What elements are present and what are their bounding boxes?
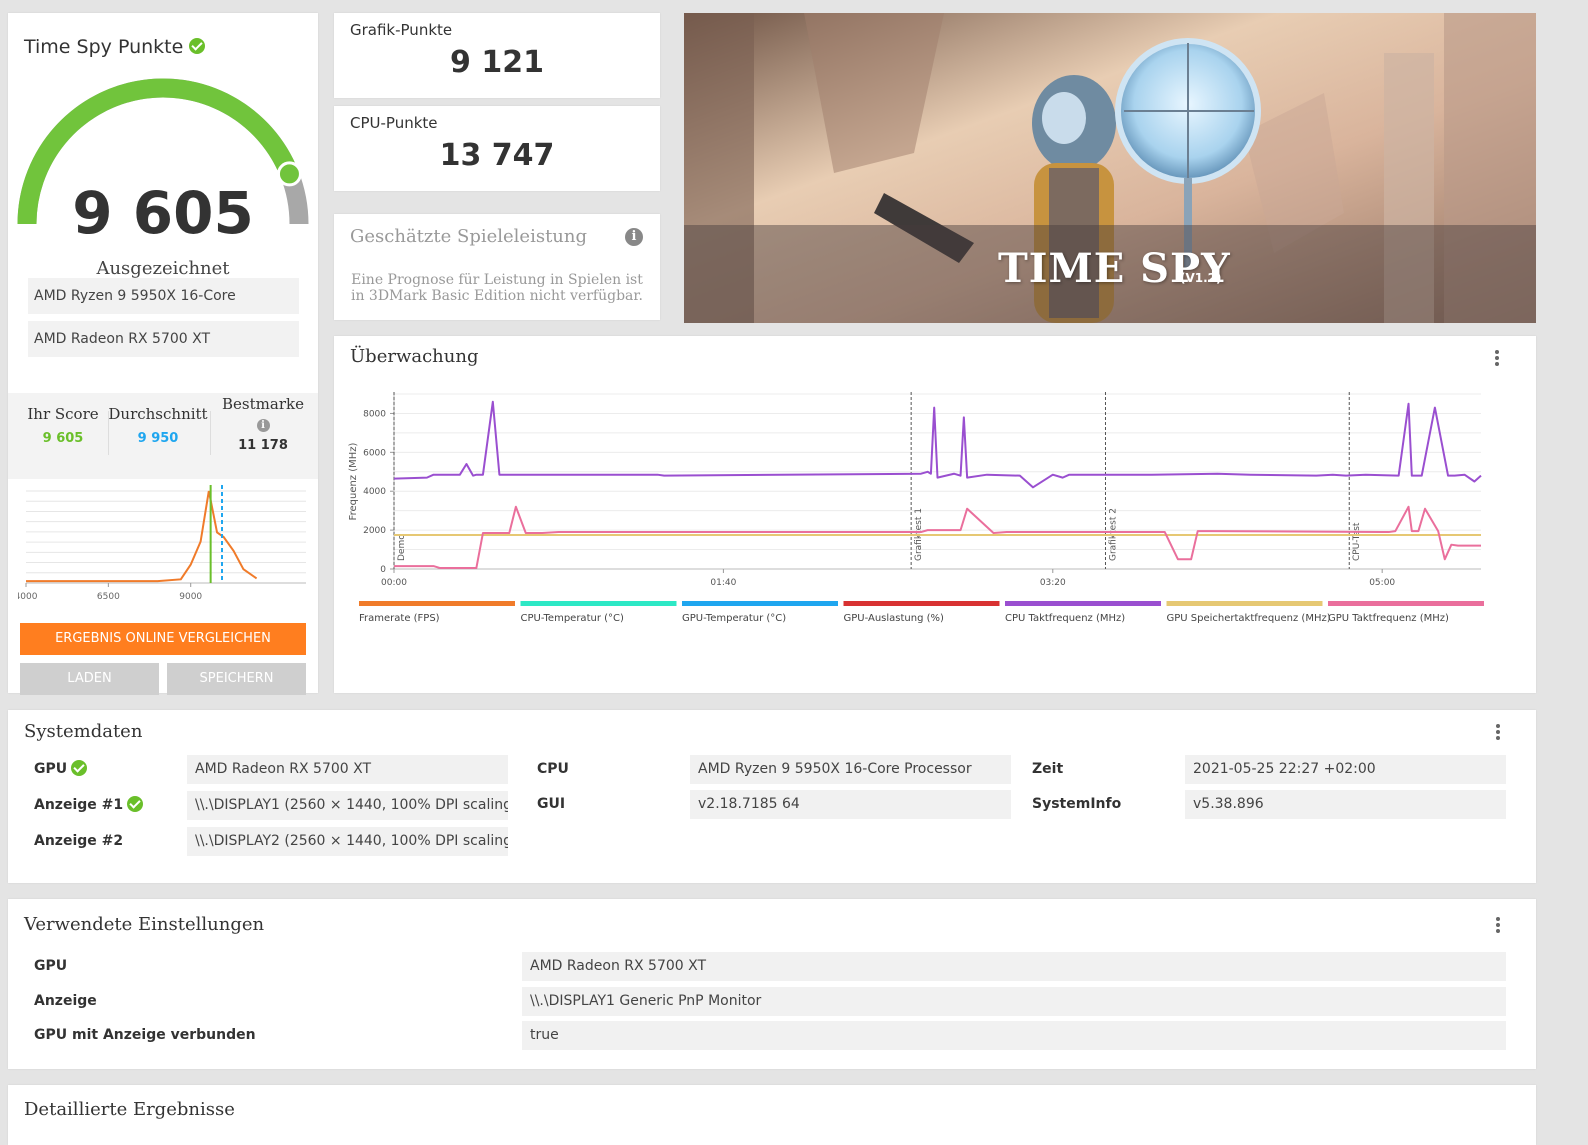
x-tick-label: 05:00 (1369, 578, 1395, 588)
score-distribution-chart: 4000 6500 9000 (18, 485, 306, 602)
info-icon[interactable]: i (256, 419, 270, 432)
cpu-score-label: CPU-Punkte (350, 114, 438, 132)
estimated-performance-title: Geschätzte Spieleleistung (350, 226, 588, 247)
gpu-name: AMD Radeon RX 5700 XT (28, 321, 299, 357)
settings-row-value: \\.\DISPLAY1 Generic PnP Monitor (522, 987, 1506, 1016)
score-value: 9 605 (72, 179, 254, 247)
estimated-performance-text: Eine Prognose für Leistung in Spielen is… (350, 272, 644, 304)
score-card: Time Spy Punkte 9 605 Ausgezeichnet AMD … (8, 13, 318, 695)
average-score-label: Durchschnitt (108, 405, 208, 423)
system-row-value: 2021-05-25 22:27 +02:00 (1185, 755, 1506, 784)
graphics-score-label: Grafik-Punkte (350, 21, 453, 39)
load-button[interactable]: LADEN (20, 663, 159, 695)
y-axis-label: Frequenz (MHz) (348, 442, 359, 520)
x-tick-label: 9000 (179, 592, 202, 602)
system-row-label: GUI (537, 796, 566, 812)
y-tick-label: 6000 (363, 448, 386, 458)
estimated-performance-card: Geschätzte Spieleleistung i Eine Prognos… (334, 214, 660, 320)
legend-swatch (1166, 601, 1323, 606)
system-row-value: AMD Radeon RX 5700 XT (187, 755, 508, 784)
system-row-label: Anzeige #1 (34, 795, 144, 813)
legend-swatch (682, 601, 838, 606)
cpu-score-value: 13 747 (439, 138, 555, 173)
system-data-card: Systemdaten GPU AMD Radeon RX 5700 XT An… (8, 710, 1536, 883)
average-score: Durchschnitt 9 950 (108, 405, 208, 446)
y-tick-label: 2000 (363, 526, 386, 536)
system-data-title: Systemdaten (24, 721, 143, 742)
x-tick-label: 4000 (18, 592, 38, 602)
x-tick-label: 01:40 (710, 578, 736, 588)
legend-swatch (1328, 601, 1484, 606)
legend-label: GPU Speichertaktfrequenz (MHz) (1167, 613, 1331, 624)
info-icon[interactable]: i (625, 228, 643, 246)
your-score: Ihr Score 9 605 (18, 405, 108, 446)
detailed-results-card: Detaillierte Ergebnisse (8, 1085, 1536, 1145)
system-row-label: Anzeige #2 (34, 833, 124, 849)
legend-swatch (1005, 601, 1161, 606)
best-score-value: 11 178 (238, 438, 288, 453)
more-options-icon[interactable] (1496, 917, 1500, 935)
legend-label: CPU Taktfrequenz (MHz) (1005, 613, 1125, 624)
system-row-label: CPU (537, 761, 569, 777)
legend-label: GPU-Temperatur (°C) (682, 613, 786, 624)
monitoring-title: Überwachung (350, 346, 479, 367)
divider (210, 411, 211, 455)
legend-label: GPU Taktfrequenz (MHz) (1328, 613, 1449, 624)
verified-check-icon (127, 795, 144, 812)
settings-row-value: true (522, 1021, 1506, 1050)
settings-row-label: Anzeige (34, 993, 97, 1009)
more-options-icon[interactable] (1496, 724, 1500, 742)
x-tick-label: 6500 (97, 592, 120, 602)
y-tick-label: 4000 (363, 487, 386, 497)
settings-row-label: GPU (34, 958, 68, 974)
system-row-value: v5.38.896 (1185, 790, 1506, 819)
x-tick-label: 03:20 (1040, 578, 1066, 588)
settings-title: Verwendete Einstellungen (24, 914, 265, 935)
benchmark-version: (V1.2) (1180, 271, 1222, 285)
monitoring-chart: 0 2000 4000 6000 8000 Frequenz (MHz) 00:00 01:4… (348, 392, 1484, 624)
save-button[interactable]: SPEICHERN (167, 663, 306, 695)
settings-row-value: AMD Radeon RX 5700 XT (522, 952, 1506, 981)
legend-label: CPU-Temperatur (°C) (521, 613, 624, 624)
system-row-value: \\.\DISPLAY1 (2560 × 1440, 100% DPI scal… (187, 791, 508, 820)
system-row-value: v2.18.7185 64 (690, 790, 1011, 819)
system-row-label: Zeit (1032, 761, 1064, 777)
section-marker-label: Demo (397, 534, 407, 561)
best-score-label: Bestmarke (222, 395, 304, 413)
system-row-label: SystemInfo (1032, 796, 1122, 812)
compare-online-button[interactable]: ERGEBNIS ONLINE VERGLEICHEN (20, 623, 306, 655)
y-tick-label: 0 (380, 565, 386, 575)
benchmark-hero-image: TIME SPY (V1.2) (684, 13, 1536, 323)
graphics-score-card: Grafik-Punkte 9 121 (334, 13, 660, 98)
system-row-label: GPU (34, 759, 88, 777)
monitoring-card: Überwachung 0 2000 4000 6000 8000 Frequenz (M… (334, 336, 1536, 693)
section-marker-label: CPU-Test (1352, 522, 1362, 561)
legend-swatch (520, 601, 677, 606)
legend-swatch (359, 601, 515, 606)
system-row-value: \\.\DISPLAY2 (2560 × 1440, 100% DPI scal… (187, 827, 508, 856)
y-tick-label: 8000 (363, 409, 386, 419)
score-rating: Ausgezeichnet (96, 258, 230, 279)
detailed-results-title: Detaillierte Ergebnisse (24, 1099, 235, 1120)
average-score-value: 9 950 (137, 431, 179, 446)
graphics-score-value: 9 121 (450, 45, 544, 80)
legend-label: GPU-Auslastung (%) (844, 613, 945, 624)
settings-row-label: GPU mit Anzeige verbunden (34, 1027, 256, 1043)
legend-label: Framerate (FPS) (359, 613, 440, 624)
settings-card: Verwendete Einstellungen GPU AMD Radeon … (8, 899, 1536, 1069)
more-options-icon[interactable] (1495, 350, 1499, 368)
series-line (394, 505, 1481, 570)
your-score-value: 9 605 (42, 431, 84, 446)
x-tick-label: 00:00 (381, 578, 407, 588)
system-row-value: AMD Ryzen 9 5950X 16-Core Processor (690, 755, 1011, 784)
series-line (393, 400, 1482, 489)
cpu-score-card: CPU-Punkte 13 747 (334, 106, 660, 191)
legend-swatch (843, 601, 1000, 606)
cpu-name: AMD Ryzen 9 5950X 16-Core Processor (28, 278, 299, 340)
verified-check-icon (71, 759, 88, 776)
your-score-label: Ihr Score (27, 405, 99, 423)
best-score: Bestmarke i 11 178 (213, 395, 313, 453)
